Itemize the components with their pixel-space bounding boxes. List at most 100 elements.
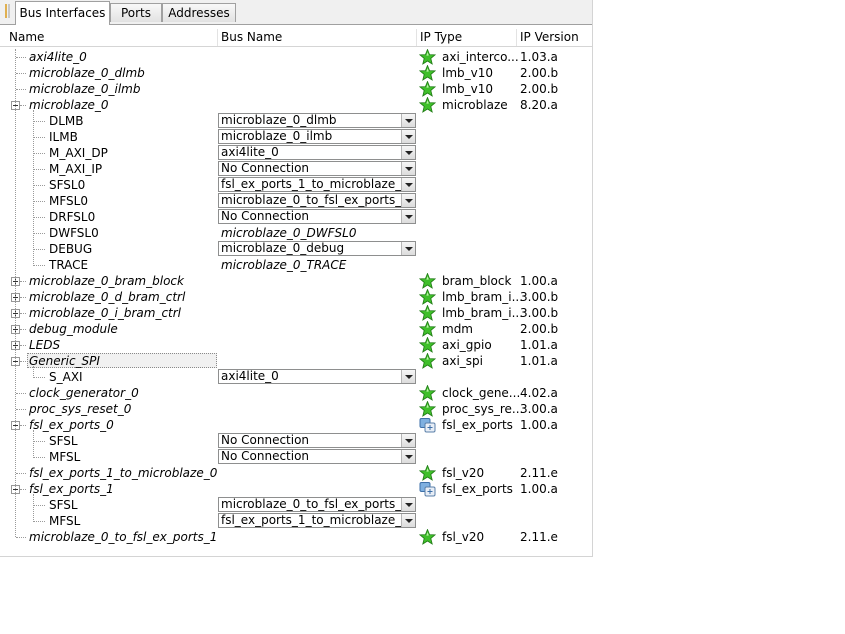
bus-name-dropdown[interactable]: No Connection — [218, 209, 416, 224]
tree-row-ip[interactable]: microblaze_0_i_bram_ctrl lmb_bram_i... 3.0… — [0, 304, 592, 321]
ip-type-cell: lmb_v10 — [418, 80, 517, 97]
tab-bus-interfaces[interactable]: Bus Interfaces — [15, 1, 110, 25]
tree-connector-line — [16, 73, 26, 74]
ip-version-label: 1.00.a — [520, 274, 558, 288]
chevron-down-icon[interactable] — [401, 146, 415, 159]
tree-connector-line — [20, 345, 26, 346]
ip-type-label: axi_spi — [442, 354, 483, 368]
ip-instance-name: microblaze_0_ilmb — [29, 82, 141, 96]
ip-type-cell: proc_sys_re... — [418, 400, 523, 417]
ip-type-cell: lmb_v10 — [418, 64, 517, 81]
chevron-down-icon[interactable] — [401, 162, 415, 175]
tree-row-interface[interactable]: MFSL fsl_ex_ports_1_to_microblaze_0 — [0, 513, 592, 529]
bus-interface-name: MFSL — [49, 450, 81, 464]
bus-name-dropdown[interactable]: microblaze_0_to_fsl_ex_ports_1 — [218, 497, 416, 512]
chevron-down-icon[interactable] — [401, 434, 415, 447]
tree-row-ip[interactable]: LEDS axi_gpio 1.01.a — [0, 336, 592, 353]
tree-row-ip[interactable]: microblaze_0 microblaze 8.20.a — [0, 96, 592, 113]
tree-row-interface[interactable]: TRACE microblaze_0_TRACE — [0, 257, 592, 273]
bus-name-value: fsl_ex_ports_1_to_microblaze_0 — [221, 513, 409, 527]
tree-connector-line — [33, 265, 45, 266]
tree-row-interface[interactable]: DRFSL0 No Connection — [0, 209, 592, 225]
tree-row-ip[interactable]: microblaze_0_d_bram_ctrl lmb_bram_i... 3.0… — [0, 288, 592, 305]
bus-name-value: microblaze_0_ilmb — [221, 129, 333, 143]
chevron-down-icon[interactable] — [401, 130, 415, 143]
tree-row-interface[interactable]: DLMB microblaze_0_dlmb — [0, 113, 592, 129]
tree-row-interface[interactable]: SFSL No Connection — [0, 433, 592, 449]
ip-type-cell: axi_interco... — [418, 48, 519, 65]
tree-row-interface[interactable]: M_AXI_DP axi4lite_0 — [0, 145, 592, 161]
ip-version-label: 8.20.a — [520, 98, 558, 112]
chevron-down-icon[interactable] — [401, 498, 415, 511]
tree-row-ip[interactable]: fsl_ex_ports_1 fsl_ex_ports 1.00.a — [0, 481, 592, 497]
column-ip-type-header[interactable]: IP Type — [417, 29, 517, 46]
tree-row-ip[interactable]: proc_sys_reset_0 proc_sys_re... 3.00.a — [0, 400, 592, 417]
ip-type-label: bram_block — [442, 274, 512, 288]
bus-name-dropdown[interactable]: microblaze_0_ilmb — [218, 129, 416, 144]
tree-row-interface[interactable]: S_AXI axi4lite_0 — [0, 369, 592, 385]
ip-type-label: lmb_bram_i... — [442, 306, 524, 320]
star-icon — [418, 464, 437, 481]
bus-name-dropdown[interactable]: No Connection — [218, 161, 416, 176]
ip-version-label: 2.00.b — [520, 66, 559, 80]
tree-row-ip[interactable]: debug_module mdm 2.00.b — [0, 320, 592, 337]
tab-strip: Bus Interfaces Ports Addresses — [0, 0, 592, 25]
tree-connector-line — [33, 366, 34, 378]
tree-connector-line — [16, 537, 26, 538]
chevron-down-icon[interactable] — [401, 370, 415, 383]
custom-ip-icon — [419, 417, 436, 433]
bus-interface-name: MFSL — [49, 514, 81, 528]
bus-name-dropdown[interactable]: fsl_ex_ports_1_to_microblaze_0 — [218, 513, 416, 528]
tree-row-ip[interactable]: microblaze_0_ilmb lmb_v10 2.00.b — [0, 80, 592, 97]
ip-instance-name: axi4lite_0 — [29, 50, 87, 64]
tree-row-interface[interactable]: MFSL0 microblaze_0_to_fsl_ex_ports_1 — [0, 193, 592, 209]
chevron-down-icon[interactable] — [401, 178, 415, 191]
tree-row-ip[interactable]: clock_generator_0 clock_gene... 4.02.a — [0, 384, 592, 401]
bus-name-dropdown[interactable]: axi4lite_0 — [218, 369, 416, 384]
tree-row-interface[interactable]: DWFSL0 microblaze_0_DWFSL0 — [0, 225, 592, 241]
star-icon — [418, 320, 437, 337]
bus-name-dropdown[interactable]: fsl_ex_ports_1_to_microblaze_0 — [218, 177, 416, 192]
tree-row-interface[interactable]: MFSL No Connection — [0, 449, 592, 465]
chevron-down-icon[interactable] — [401, 514, 415, 527]
tree-row-ip[interactable]: fsl_ex_ports_0 fsl_ex_ports 1.00.a — [0, 417, 592, 433]
bus-name-dropdown[interactable]: No Connection — [218, 449, 416, 464]
column-name-header[interactable]: Name — [6, 29, 218, 46]
star-icon — [418, 64, 437, 81]
tree-connector-line — [33, 430, 34, 458]
tree-row-ip[interactable]: Generic_SPI axi_spi 1.01.a — [0, 352, 592, 369]
tree-connector-line — [33, 505, 45, 506]
tab-ports[interactable]: Ports — [110, 3, 162, 22]
chevron-down-icon[interactable] — [401, 210, 415, 223]
ip-instance-name: LEDS — [29, 338, 61, 352]
bus-name-dropdown[interactable]: microblaze_0_dlmb — [218, 113, 416, 128]
ip-type-label: axi_interco... — [442, 50, 519, 64]
tree-connector-line — [20, 489, 26, 490]
tree-row-interface[interactable]: DEBUG microblaze_0_debug — [0, 241, 592, 257]
ip-type-cell: axi_gpio — [418, 336, 517, 353]
ip-instance-name: microblaze_0_to_fsl_ex_ports_1 — [29, 530, 218, 544]
tab-addresses[interactable]: Addresses — [162, 3, 236, 22]
chevron-down-icon[interactable] — [401, 450, 415, 463]
tree-row-ip[interactable]: microblaze_0_to_fsl_ex_ports_1 fsl_v20 2.1… — [0, 528, 592, 545]
tree-row-ip[interactable]: fsl_ex_ports_1_to_microblaze_0 fsl_v20 2.1… — [0, 464, 592, 481]
tree-row-ip[interactable]: microblaze_0_bram_block bram_block 1.00.a — [0, 272, 592, 289]
chevron-down-icon[interactable] — [401, 114, 415, 127]
chevron-down-icon[interactable] — [401, 242, 415, 255]
tree-row-interface[interactable]: M_AXI_IP No Connection — [0, 161, 592, 177]
bus-name-dropdown[interactable]: microblaze_0_to_fsl_ex_ports_1 — [218, 193, 416, 208]
bus-name-value: microblaze_0_to_fsl_ex_ports_1 — [221, 497, 409, 511]
bus-name-dropdown[interactable]: microblaze_0_debug — [218, 241, 416, 256]
column-ip-version-header[interactable]: IP Version — [517, 29, 592, 46]
tree-row-ip[interactable]: axi4lite_0 axi_interco... 1.03.a — [0, 48, 592, 65]
chevron-down-icon[interactable] — [401, 194, 415, 207]
bus-name-dropdown[interactable]: axi4lite_0 — [218, 145, 416, 160]
tree-connector-line — [20, 105, 26, 106]
tree-row-interface[interactable]: SFSL0 fsl_ex_ports_1_to_microblaze_0 — [0, 177, 592, 193]
bus-name-dropdown[interactable]: No Connection — [218, 433, 416, 448]
panel-border — [0, 556, 593, 557]
tree-row-interface[interactable]: SFSL microblaze_0_to_fsl_ex_ports_1 — [0, 497, 592, 513]
tree-row-ip[interactable]: microblaze_0_dlmb lmb_v10 2.00.b — [0, 64, 592, 81]
column-bus-name-header[interactable]: Bus Name — [218, 29, 417, 46]
tree-row-interface[interactable]: ILMB microblaze_0_ilmb — [0, 129, 592, 145]
